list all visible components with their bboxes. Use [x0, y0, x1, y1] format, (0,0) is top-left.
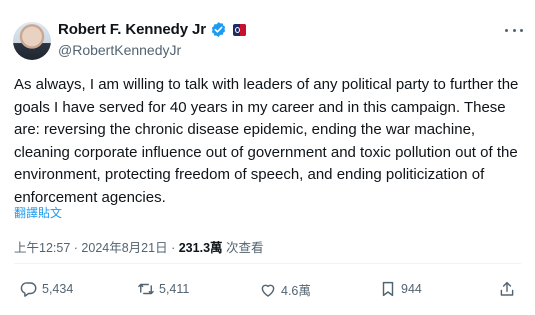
- divider: [14, 263, 521, 264]
- meta-separator: ·: [171, 241, 176, 255]
- share-button[interactable]: [498, 280, 516, 298]
- heart-icon: [261, 284, 275, 297]
- views-count: 231.3萬: [178, 241, 223, 255]
- reply-count: 5,434: [42, 282, 74, 296]
- like-button[interactable]: 4.6萬: [259, 280, 311, 299]
- bookmark-icon: [382, 281, 394, 297]
- bookmark-button[interactable]: 944: [379, 280, 422, 298]
- repost-count: 5,411: [159, 282, 190, 296]
- tweet-time[interactable]: 上午12:57: [14, 241, 70, 255]
- reply-button[interactable]: 5,434: [20, 280, 73, 298]
- author-name-row: Robert F. Kennedy Jr: [58, 21, 247, 38]
- author-handle[interactable]: @RobertKennedyJr: [58, 42, 181, 58]
- views-label: 次查看: [226, 241, 264, 255]
- tweet-card: Robert F. Kennedy Jr @RobertKennedyJr As…: [0, 0, 535, 315]
- more-options-icon[interactable]: [505, 24, 523, 36]
- translate-post-link[interactable]: 翻譯貼文: [14, 204, 62, 221]
- bookmark-count: 944: [401, 282, 422, 296]
- meta-separator: ·: [73, 241, 78, 255]
- repost-button[interactable]: 5,411: [137, 280, 189, 298]
- verified-badge-icon[interactable]: [210, 21, 227, 38]
- avatar[interactable]: [13, 22, 51, 60]
- share-icon: [500, 281, 514, 296]
- like-count: 4.6萬: [281, 284, 311, 298]
- author-display-name[interactable]: Robert F. Kennedy Jr: [58, 21, 206, 38]
- tweet-text: As always, I am willing to talk with lea…: [14, 76, 519, 206]
- tweet-meta: 上午12:57 · 2024年8月21日 · 231.3萬 次查看: [14, 237, 264, 256]
- reply-icon: [20, 282, 37, 297]
- repost-icon: [138, 283, 154, 295]
- tweet-date[interactable]: 2024年8月21日: [81, 241, 167, 255]
- affiliate-flag-icon[interactable]: [233, 23, 247, 36]
